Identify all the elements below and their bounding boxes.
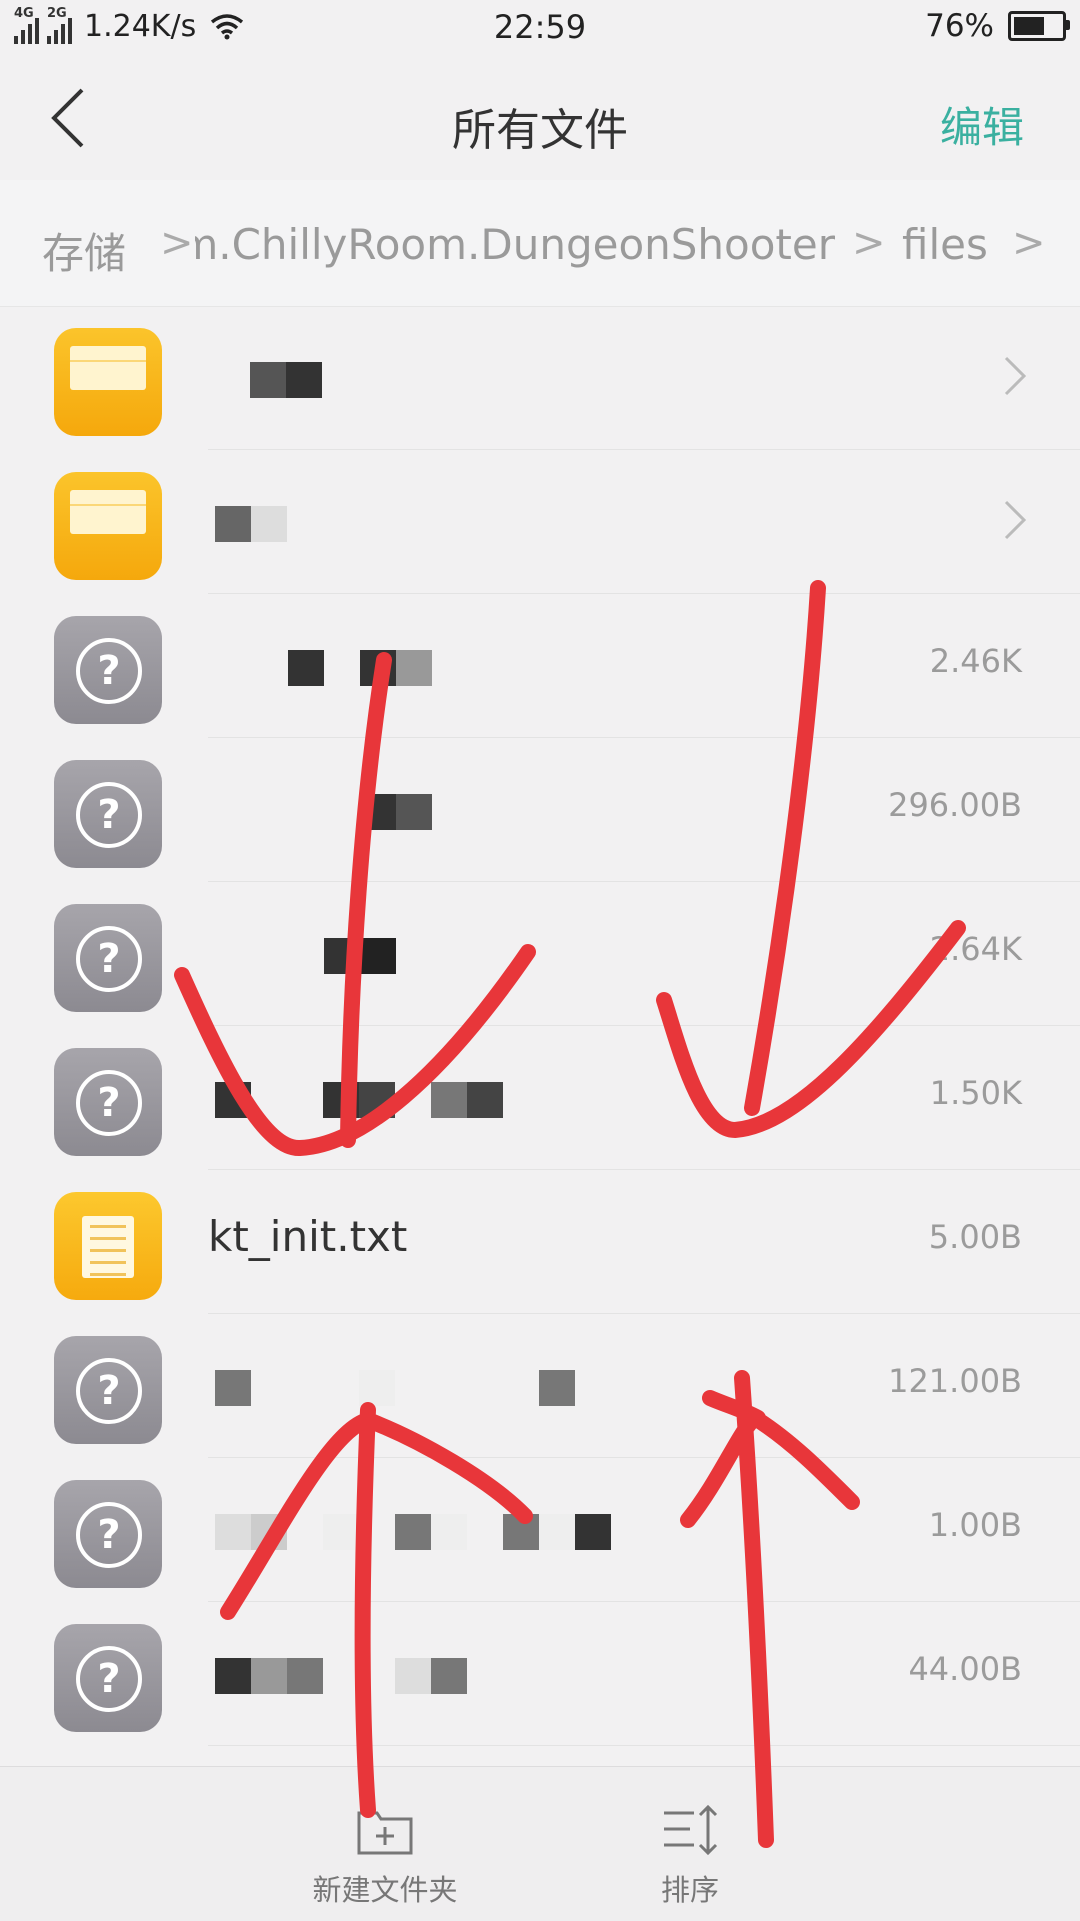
new-folder-icon [357, 1811, 413, 1855]
sort-button[interactable]: 排序 [630, 1803, 750, 1909]
file-size: 1.00B [928, 1506, 1022, 1544]
redacted-name [288, 650, 432, 686]
redacted-name [215, 1370, 575, 1406]
bottom-toolbar: 新建文件夹 排序 [0, 1766, 1080, 1921]
battery-percent: 76% [925, 8, 994, 44]
file-name: kt_init.txt [208, 1212, 408, 1261]
redacted-name [324, 938, 396, 974]
file-size: 296.00B [888, 786, 1022, 824]
new-folder-label: 新建文件夹 [312, 1873, 458, 1907]
clock: 22:59 [493, 8, 587, 46]
chevron-right-icon [1004, 500, 1027, 540]
status-bar: 4G 2G 1.24K/s 22:59 76% [0, 0, 1080, 56]
breadcrumb-current[interactable]: files [902, 220, 988, 269]
list-item[interactable]: ? 2.46K [0, 594, 1080, 738]
list-item[interactable]: ? 121.00B [0, 1314, 1080, 1458]
breadcrumb-separator: > [1012, 220, 1046, 266]
file-list: ? 2.46K ? 296.00B ? 2.64K ? 1.50K kt_ini… [0, 306, 1080, 1746]
redacted-name [215, 1658, 467, 1694]
redacted-name [215, 1514, 611, 1550]
list-item[interactable]: ? 44.00B [0, 1602, 1080, 1746]
file-size: 2.46K [929, 642, 1022, 680]
page-title: 所有文件 [452, 105, 628, 156]
sort-icon [664, 1804, 718, 1856]
folder-icon [54, 472, 162, 580]
unknown-file-icon: ? [54, 1336, 162, 1444]
unknown-file-icon: ? [54, 616, 162, 724]
unknown-file-icon: ? [54, 904, 162, 1012]
breadcrumb-root[interactable]: 存储 [42, 220, 126, 281]
unknown-file-icon: ? [54, 1048, 162, 1156]
redacted-name [250, 362, 322, 398]
list-item[interactable] [0, 450, 1080, 594]
file-size: 5.00B [928, 1218, 1022, 1256]
file-size: 2.64K [929, 930, 1022, 968]
list-item[interactable]: ? 1.00B [0, 1458, 1080, 1602]
chevron-right-icon [1004, 356, 1027, 396]
unknown-file-icon: ? [54, 1624, 162, 1732]
breadcrumb-separator: > [160, 220, 194, 266]
battery-icon [1008, 11, 1070, 41]
breadcrumb-path-label: com.ChillyRoom.DungeonShooter [195, 220, 835, 269]
redacted-name [215, 1082, 503, 1118]
file-size: 44.00B [908, 1650, 1022, 1688]
edit-button[interactable]: 编辑 [940, 94, 1024, 155]
list-item[interactable] [0, 306, 1080, 450]
unknown-file-icon: ? [54, 1480, 162, 1588]
folder-icon [54, 328, 162, 436]
text-file-icon [54, 1192, 162, 1300]
breadcrumb: 存储 > com.ChillyRoom.DungeonShooter > fil… [0, 180, 1080, 307]
navigation-bar: 所有文件 编辑 [0, 56, 1080, 181]
file-size: 121.00B [888, 1362, 1022, 1400]
sort-label: 排序 [660, 1873, 719, 1907]
status-right: 76% [925, 8, 1070, 44]
breadcrumb-path[interactable]: com.ChillyRoom.DungeonShooter [195, 220, 835, 280]
list-item[interactable]: kt_init.txt 5.00B [0, 1170, 1080, 1314]
new-folder-button[interactable]: 新建文件夹 [310, 1803, 460, 1909]
unknown-file-icon: ? [54, 760, 162, 868]
breadcrumb-separator: > [852, 220, 886, 266]
list-item[interactable]: ? 1.50K [0, 1026, 1080, 1170]
redacted-name [360, 794, 432, 830]
redacted-name [215, 506, 287, 542]
list-item[interactable]: ? 296.00B [0, 738, 1080, 882]
file-size: 1.50K [929, 1074, 1022, 1112]
list-item[interactable]: ? 2.64K [0, 882, 1080, 1026]
